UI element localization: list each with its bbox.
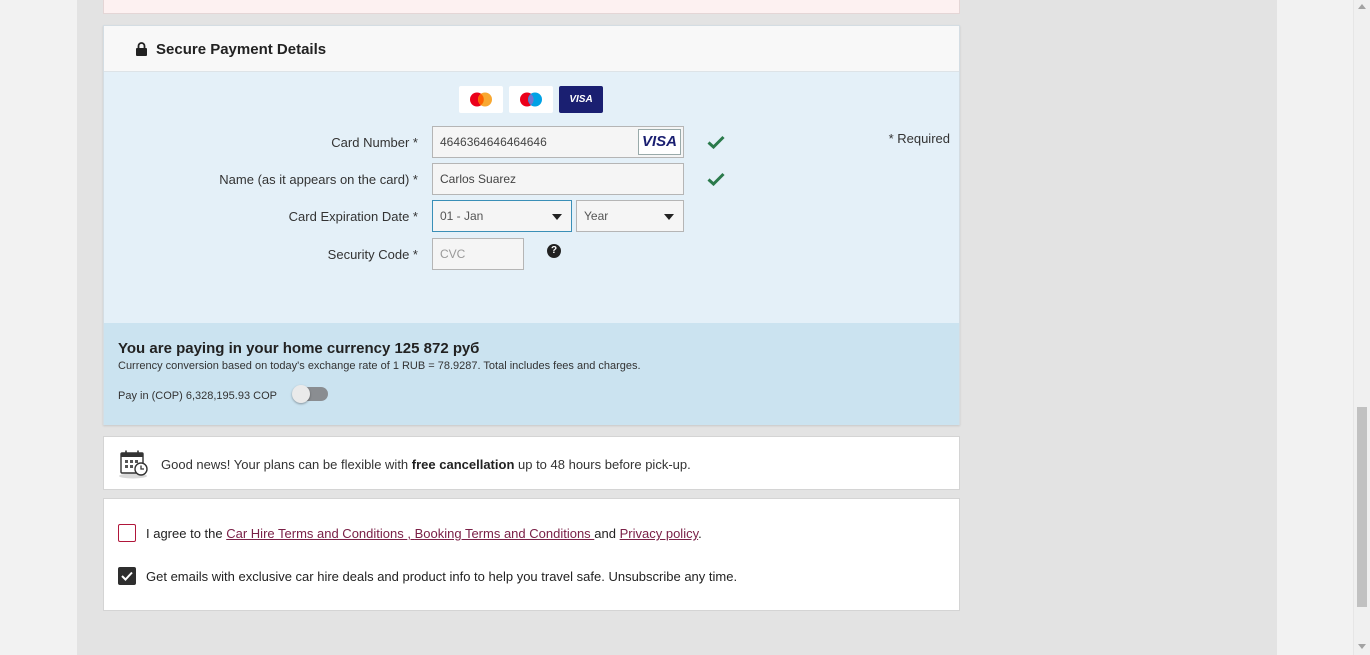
marketing-emails-text: Get emails with exclusive car hire deals… bbox=[146, 569, 738, 584]
currency-section: You are paying in your home currency 125… bbox=[104, 323, 959, 425]
expiration-year-select[interactable]: Year bbox=[576, 200, 684, 232]
currency-title: You are paying in your home currency 125… bbox=[118, 340, 480, 357]
terms-separator: , bbox=[407, 526, 415, 541]
vertical-scrollbar[interactable] bbox=[1353, 0, 1370, 655]
expiration-month-select[interactable]: 01 - Jan bbox=[432, 200, 572, 232]
cancellation-info-panel: Good news! Your plans can be flexible wi… bbox=[103, 436, 960, 490]
pay-in-cop-toggle[interactable] bbox=[292, 385, 328, 403]
name-input[interactable]: Carlos Suarez bbox=[432, 163, 684, 195]
expiration-label: Card Expiration Date * bbox=[288, 209, 418, 224]
card-number-input[interactable]: 4646364646464646 VISA bbox=[432, 126, 684, 158]
payment-panel: Secure Payment Details VISA * Required C… bbox=[103, 25, 960, 425]
security-code-label: Security Code * bbox=[327, 247, 418, 262]
expiration-year-value: Year bbox=[584, 209, 609, 223]
name-label: Name (as it appears on the card) * bbox=[219, 172, 418, 187]
name-value: Carlos Suarez bbox=[440, 172, 517, 186]
chevron-down-icon bbox=[664, 214, 674, 220]
detected-card-badge: VISA bbox=[638, 129, 681, 155]
mastercard-logo bbox=[459, 86, 503, 113]
terms-panel: I agree to the Car Hire Terms and Condit… bbox=[103, 498, 960, 611]
agree-terms-text: I agree to the Car Hire Terms and Condit… bbox=[146, 526, 702, 541]
booking-terms-link[interactable]: Booking Terms and Conditions bbox=[415, 526, 595, 541]
scroll-up-arrow-icon[interactable] bbox=[1358, 4, 1366, 9]
previous-section-panel bbox=[103, 0, 960, 14]
maestro-logo bbox=[509, 86, 553, 113]
checkmark-icon bbox=[121, 571, 133, 581]
toggle-knob bbox=[292, 385, 310, 403]
card-number-label: Card Number * bbox=[331, 135, 418, 150]
privacy-policy-link[interactable]: Privacy policy bbox=[620, 526, 699, 541]
pay-cop-label: Pay in (COP) 6,328,195.93 COP bbox=[118, 390, 277, 402]
cancellation-info-text: Good news! Your plans can be flexible wi… bbox=[161, 457, 691, 472]
scroll-down-arrow-icon[interactable] bbox=[1358, 644, 1366, 649]
name-valid-check-icon bbox=[707, 172, 725, 186]
chevron-down-icon bbox=[552, 214, 562, 220]
currency-subtitle: Currency conversion based on today's exc… bbox=[118, 360, 641, 372]
payment-title: Secure Payment Details bbox=[156, 41, 327, 58]
car-hire-terms-link[interactable]: Car Hire Terms and Conditions bbox=[226, 526, 407, 541]
scrollbar-thumb[interactable] bbox=[1357, 407, 1367, 607]
right-gutter bbox=[1277, 0, 1353, 655]
security-code-input[interactable]: CVC bbox=[432, 238, 524, 270]
security-code-placeholder: CVC bbox=[440, 247, 466, 261]
required-note: * Required bbox=[888, 131, 950, 146]
agree-terms-checkbox[interactable] bbox=[118, 524, 136, 542]
expiration-month-value: 01 - Jan bbox=[440, 209, 484, 223]
calendar-clock-icon bbox=[119, 450, 148, 479]
card-number-value: 4646364646464646 bbox=[440, 135, 547, 149]
help-question-icon[interactable]: ? bbox=[547, 244, 561, 258]
visa-logo: VISA bbox=[559, 86, 603, 113]
marketing-emails-checkbox[interactable] bbox=[118, 567, 136, 585]
free-cancellation-text: free cancellation bbox=[411, 457, 515, 472]
lock-icon bbox=[136, 42, 147, 56]
card-number-valid-check-icon bbox=[707, 135, 725, 149]
payment-header: Secure Payment Details bbox=[104, 26, 959, 72]
